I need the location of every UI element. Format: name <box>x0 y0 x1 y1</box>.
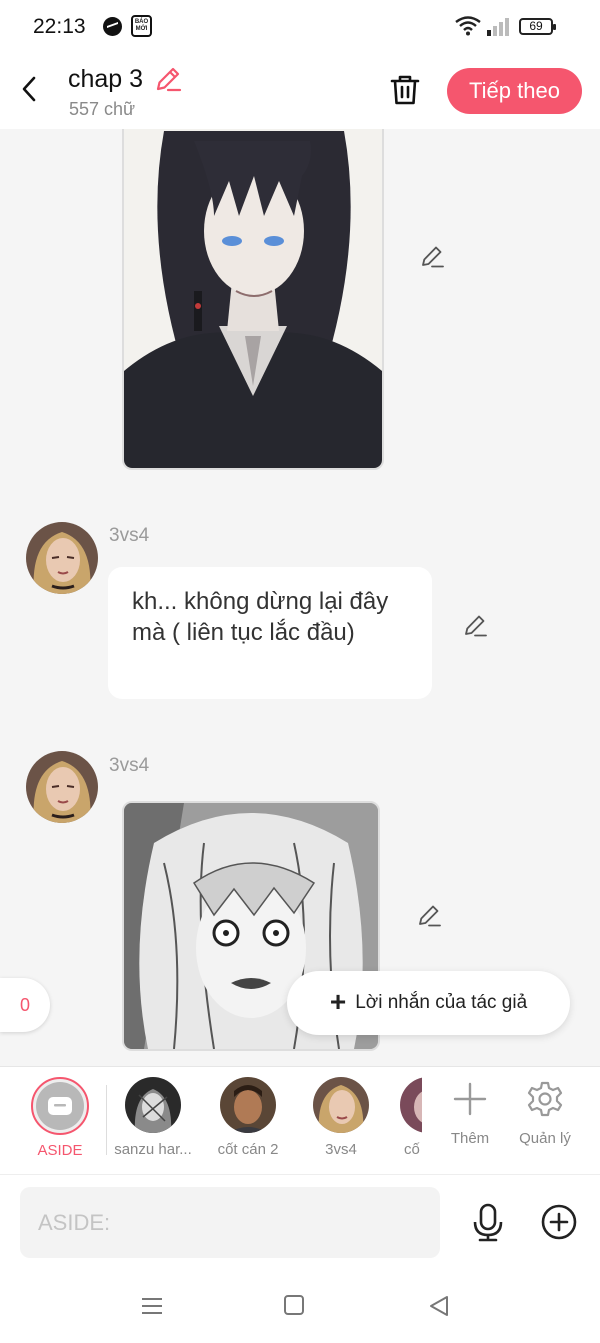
add-character-button[interactable]: Thêm <box>435 1081 505 1147</box>
next-button[interactable]: Tiếp theo <box>447 68 582 114</box>
home-icon[interactable] <box>284 1295 304 1315</box>
status-bar: 22:13 BÁO MỚI 69 <box>0 0 600 52</box>
back-triangle-icon[interactable] <box>428 1295 450 1317</box>
menu-icon[interactable] <box>141 1297 163 1315</box>
word-count: 557 chữ <box>69 99 136 119</box>
status-time: 22:13 <box>33 15 86 38</box>
character-3vs4[interactable]: 3vs4 <box>310 1077 372 1158</box>
avatar-image <box>313 1077 369 1133</box>
messenger-icon <box>103 17 122 36</box>
avatar[interactable] <box>26 522 98 594</box>
chapter-title: chap 3 <box>68 65 144 93</box>
message-bubble[interactable]: kh... không dừng lại đây mà ( liên tục l… <box>108 567 432 699</box>
manage-characters-button[interactable]: Quản lý <box>510 1081 580 1147</box>
character-aside[interactable]: ASIDE <box>28 1077 92 1159</box>
wifi-icon <box>455 16 481 36</box>
back-button[interactable] <box>14 72 44 106</box>
divider <box>106 1085 107 1155</box>
microphone-icon[interactable] <box>470 1203 506 1243</box>
battery-icon: 69 <box>519 18 556 35</box>
avatar <box>125 1077 181 1133</box>
character-bar: ASIDE sanzu har... cốt cán 2 3vs4 cố Thê… <box>0 1066 600 1174</box>
character-label: 3vs4 <box>325 1141 357 1158</box>
chevron-left-icon <box>22 76 36 102</box>
input-bar <box>0 1174 600 1269</box>
edit-title-icon[interactable] <box>154 65 182 93</box>
avatar-image <box>125 1077 181 1133</box>
avatar <box>400 1077 422 1133</box>
anime-character-image <box>124 129 382 468</box>
plus-icon: + <box>329 985 347 1017</box>
manage-label: Quản lý <box>519 1130 571 1147</box>
gear-icon <box>527 1081 563 1117</box>
avatar <box>220 1077 276 1133</box>
avatar-image <box>400 1077 422 1133</box>
edit-message-icon[interactable] <box>419 243 447 271</box>
edit-message-icon[interactable] <box>462 612 490 640</box>
message-input[interactable] <box>20 1187 440 1258</box>
sender-name: 3vs4 <box>109 525 150 546</box>
delete-button[interactable] <box>386 70 424 110</box>
author-note-label: Lời nhắn của tác giả <box>355 992 528 1013</box>
avatar[interactable] <box>26 751 98 823</box>
chapter-header: chap 3 557 chữ Tiếp theo <box>0 52 600 129</box>
signal-icon <box>487 18 509 36</box>
avatar-image <box>220 1077 276 1133</box>
aside-avatar <box>31 1077 89 1135</box>
avatar <box>313 1077 369 1133</box>
system-nav-bar <box>0 1269 600 1343</box>
character-label: cố <box>404 1141 420 1158</box>
character-sanzu[interactable]: sanzu har... <box>113 1077 193 1158</box>
add-circle-icon[interactable] <box>540 1203 578 1241</box>
character-cot-can-2[interactable]: cốt cán 2 <box>213 1077 283 1158</box>
baomoi-icon: BÁO MỚI <box>131 15 152 37</box>
avatar-image <box>26 522 98 594</box>
character-label: sanzu har... <box>114 1141 192 1158</box>
edit-message-icon[interactable] <box>416 902 444 930</box>
trash-icon <box>390 75 420 105</box>
comment-count-button[interactable]: 0 <box>0 978 50 1032</box>
plus-icon <box>453 1082 487 1116</box>
avatar-image <box>26 751 98 823</box>
sender-name: 3vs4 <box>109 755 150 776</box>
chat-bubble-icon <box>48 1097 72 1115</box>
chat-feed[interactable]: 3vs4 kh... không dừng lại đây mà ( liên … <box>0 129 600 1066</box>
add-label: Thêm <box>450 1130 490 1147</box>
message-image[interactable] <box>122 129 384 470</box>
character-label: ASIDE <box>37 1142 83 1159</box>
author-note-button[interactable]: + Lời nhắn của tác giả <box>287 971 570 1035</box>
character-partial[interactable]: cố <box>400 1077 422 1158</box>
character-label: cốt cán 2 <box>217 1141 279 1158</box>
